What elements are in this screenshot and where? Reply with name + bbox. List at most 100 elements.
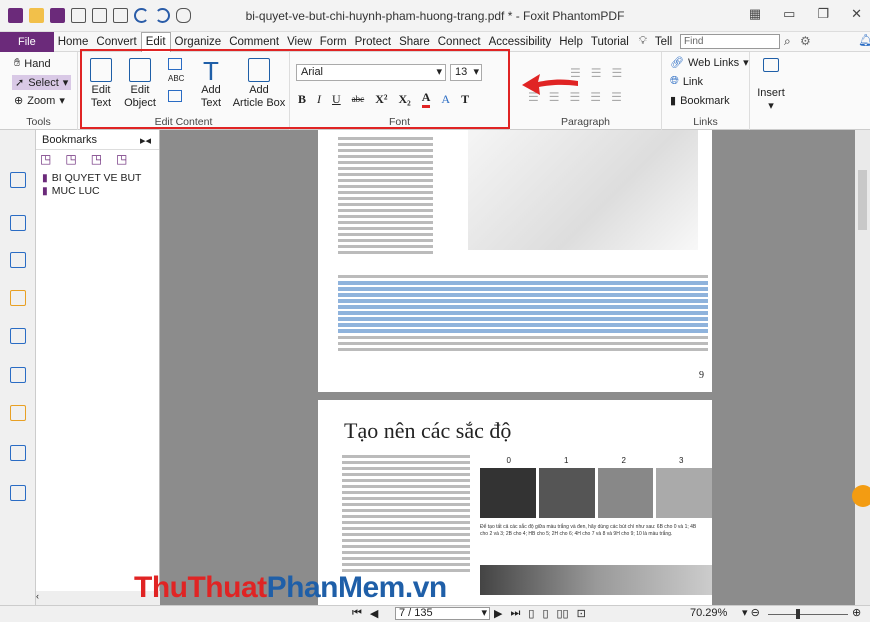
tools-panel-icon[interactable]: [10, 485, 26, 501]
tone-scale-image: [480, 565, 712, 595]
zoom-out-icon[interactable]: ▾ ⊖: [742, 606, 760, 619]
link-button[interactable]: 🌐︎ Link: [670, 75, 703, 88]
text-column: [342, 452, 470, 575]
panel-collapse-icon[interactable]: ▸◂: [140, 134, 151, 147]
bookmarks-title: Bookmarks: [42, 134, 98, 146]
link-icon: 🌐︎: [670, 75, 679, 87]
facing-icon[interactable]: ▯▯: [557, 607, 569, 620]
insert-group: Insert ▾: [750, 52, 790, 130]
web-links-button[interactable]: 🔗︎ Web Links ▾: [670, 56, 749, 70]
title-bar: bi-quyet-ve-but-chi-huynh-pham-huong-tra…: [0, 0, 870, 32]
tools-group-label: Tools: [26, 116, 51, 128]
restore-button[interactable]: ❐: [817, 6, 829, 22]
select-cursor-icon: ➚: [15, 77, 25, 89]
tools-group: ✋︎ Hand ➚ Select ▾ ⊕ Zoom ▾ Tools: [0, 52, 78, 130]
file-menu[interactable]: File: [0, 31, 54, 52]
list-icon[interactable]: ☰: [590, 90, 601, 104]
chevron-down-icon: ▾: [62, 77, 69, 89]
list-item[interactable]: ▮ BI QUYET VE BUT: [42, 172, 153, 185]
hand-tool[interactable]: ✋︎ Hand: [14, 57, 51, 70]
pencil-illustration: [468, 130, 698, 250]
bookmark-panel-icon[interactable]: [10, 172, 26, 188]
window-controls: ▦ ▭ ❐ ✕: [749, 6, 862, 22]
zoom-icon: ⊕: [14, 95, 24, 107]
columns-icon[interactable]: ☰: [611, 90, 622, 104]
form-panel-icon[interactable]: [10, 445, 26, 461]
layers-panel-icon[interactable]: [10, 252, 26, 268]
bookmark-expand-icon[interactable]: ◳: [91, 152, 102, 166]
next-page-icon[interactable]: ▶: [494, 607, 502, 620]
align-center-icon[interactable]: ☰: [591, 66, 602, 80]
paragraph-group-label: Paragraph: [560, 116, 611, 128]
links-group: 🔗︎ Web Links ▾ 🌐︎ Link ▮ Bookmark Links: [662, 52, 750, 130]
menu-help[interactable]: Help: [555, 32, 587, 52]
chevron-down-icon: ▾: [743, 57, 749, 69]
page-nav: ⏮ ◀: [352, 607, 378, 620]
bookmark-tools: ◳ ◳ ◳ ◳: [36, 150, 159, 168]
notification-icon[interactable]: 🔔︎: [858, 33, 870, 47]
zoom-slider[interactable]: [768, 609, 848, 619]
minimize-button[interactable]: ▭: [783, 6, 795, 22]
text-column: [338, 134, 433, 257]
zoom-slider-handle[interactable]: [796, 609, 800, 619]
tell-me[interactable]: Tell: [651, 32, 676, 52]
list-item[interactable]: ▮ MUC LUC: [42, 185, 153, 198]
pages-panel-icon[interactable]: [10, 215, 26, 231]
close-button[interactable]: ✕: [851, 6, 862, 22]
chevron-down-icon: ▾: [481, 607, 487, 619]
annotation-arrow-icon: [522, 74, 578, 95]
lightbulb-icon[interactable]: 💡︎: [633, 32, 651, 52]
grid-icon[interactable]: ▦: [749, 6, 761, 22]
insert-icon: [763, 58, 779, 72]
web-links-icon: 🔗︎: [670, 57, 684, 69]
continuous-icon[interactable]: ▯: [542, 607, 548, 620]
zoom-in-icon[interactable]: ⊕: [852, 606, 861, 619]
prev-page-icon[interactable]: ◀: [370, 607, 378, 620]
attachments-panel-icon[interactable]: [10, 328, 26, 344]
bookmarks-panel: Bookmarks ▸◂ ◳ ◳ ◳ ◳ ▮ BI QUYET VE BUT ▮ MUC …: [36, 130, 160, 605]
document-viewer[interactable]: 9 Tạo nên các sắc độ 0123 Để tạo tất cả …: [160, 130, 855, 605]
page-upper: 9: [318, 130, 712, 392]
paragraph-text: [338, 272, 708, 354]
scroll-thumb[interactable]: [858, 170, 867, 230]
last-page-icon[interactable]: ⏭: [510, 607, 520, 620]
insert-button[interactable]: Insert ▾: [754, 58, 788, 113]
highlight-box: [80, 49, 510, 129]
single-page-icon[interactable]: ▯: [528, 607, 534, 620]
page-nav-right: ▶ ⏭ ▯ ▯ ▯▯ ⊡: [494, 607, 586, 620]
bookmark-icon: ▮: [42, 172, 48, 184]
bookmark-delete-icon[interactable]: ◳: [65, 152, 76, 166]
page-heading: Tạo nên các sắc độ: [344, 418, 512, 443]
select-tool[interactable]: ➚ Select ▾: [12, 75, 72, 90]
first-page-icon[interactable]: ⏮: [352, 607, 362, 620]
bookmarks-header: Bookmarks ▸◂: [36, 130, 159, 150]
security-panel-icon[interactable]: [10, 405, 26, 421]
window-title: bi-quyet-ve-but-chi-huynh-pham-huong-tra…: [245, 9, 625, 23]
align-right-icon[interactable]: ☰: [612, 66, 623, 80]
search-icon[interactable]: ⌕: [784, 34, 791, 49]
left-toolbar: [0, 130, 36, 605]
bookmark-tree: ▮ BI QUYET VE BUT ▮ MUC LUC: [36, 168, 159, 202]
hand-icon: ✋︎: [14, 57, 21, 69]
zoom-tool[interactable]: ⊕ Zoom ▾: [14, 94, 65, 108]
fit-width-icon[interactable]: ⊡: [577, 607, 586, 620]
signature-panel-icon[interactable]: [10, 367, 26, 383]
chevron-down-icon: ▾: [59, 95, 65, 107]
tone-scale-swatches: [480, 468, 712, 518]
tone-scale-labels: 0123: [506, 456, 684, 465]
bookmark-icon: ▮: [42, 185, 48, 197]
page-number-input[interactable]: 7 / 135 ▾: [395, 607, 490, 620]
zoom-value[interactable]: 70.29%: [690, 607, 727, 619]
find-input[interactable]: Find: [680, 34, 780, 49]
watermark: ThuThuatPhanMem.vn: [134, 571, 447, 604]
vertical-scrollbar[interactable]: [852, 130, 870, 605]
bookmark-button[interactable]: ▮ Bookmark: [670, 94, 730, 108]
menu-tutorial[interactable]: Tutorial: [587, 32, 633, 52]
bookmark-add-icon[interactable]: ◳: [40, 152, 51, 166]
links-group-label: Links: [693, 116, 718, 128]
bookmark-options-icon[interactable]: ◳: [116, 152, 127, 166]
help-bubble-icon[interactable]: [852, 485, 870, 507]
page-number: 9: [699, 370, 704, 381]
comments-panel-icon[interactable]: [10, 290, 26, 306]
settings-icon[interactable]: ⚙: [800, 34, 811, 48]
